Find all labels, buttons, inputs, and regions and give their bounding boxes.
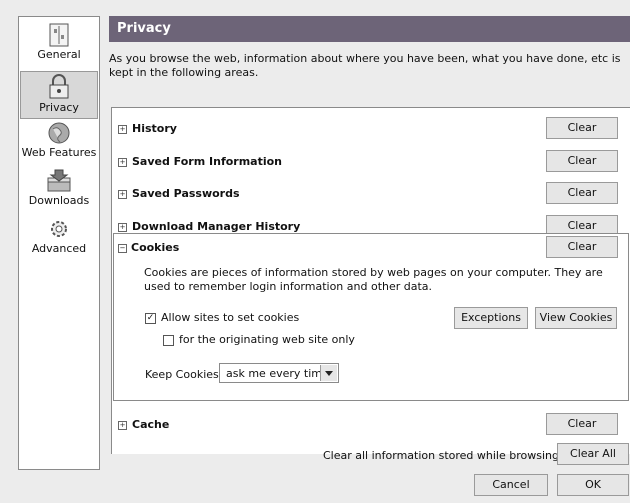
cache-row: + Cache Clear xyxy=(112,413,630,438)
cache-title[interactable]: Cache xyxy=(132,418,169,431)
sidebar-item-web-features[interactable]: Web Features xyxy=(19,121,99,165)
origin-only-label[interactable]: for the originating web site only xyxy=(179,333,355,346)
form-title[interactable]: Saved Form Information xyxy=(132,155,282,168)
sidebar-item-label: Privacy xyxy=(39,101,79,114)
form-clear-button[interactable]: Clear xyxy=(546,150,618,172)
globe-icon xyxy=(48,122,70,144)
passwords-clear-button[interactable]: Clear xyxy=(546,182,618,204)
chevron-down-icon[interactable] xyxy=(320,365,337,381)
downloads-icon xyxy=(47,169,71,192)
sidebar-item-general[interactable]: General xyxy=(19,23,99,67)
intro-text: As you browse the web, information about… xyxy=(109,52,621,79)
main-pane: Privacy As you browse the web, informati… xyxy=(109,16,630,454)
sidebar-item-label: Web Features xyxy=(21,146,97,159)
expand-icon[interactable]: + xyxy=(118,223,127,232)
cancel-button[interactable]: Cancel xyxy=(474,474,548,496)
cookies-description: Cookies are pieces of information stored… xyxy=(144,266,603,293)
general-icon xyxy=(49,23,69,47)
cookies-title[interactable]: Cookies xyxy=(131,241,179,254)
expand-icon[interactable]: + xyxy=(118,190,127,199)
passwords-title[interactable]: Saved Passwords xyxy=(132,187,240,200)
clear-all-label: Clear all information stored while brows… xyxy=(323,449,563,462)
sidebar-item-downloads[interactable]: Downloads xyxy=(19,169,99,213)
clear-all-button[interactable]: Clear All xyxy=(557,443,629,465)
cache-clear-button[interactable]: Clear xyxy=(546,413,618,435)
history-title[interactable]: History xyxy=(132,122,177,135)
gear-icon xyxy=(51,221,67,237)
cookies-clear-button[interactable]: Clear xyxy=(546,236,618,258)
form-row: + Saved Form Information Clear xyxy=(112,150,630,175)
preferences-window: General Privacy Web Features Downloads A… xyxy=(0,0,630,503)
keep-cookies-select[interactable]: ask me every time xyxy=(219,363,339,383)
download-title[interactable]: Download Manager History xyxy=(132,220,300,233)
allow-cookies-checkbox[interactable]: ✓ xyxy=(145,313,156,324)
ok-button[interactable]: OK xyxy=(557,474,629,496)
sidebar: General Privacy Web Features Downloads A… xyxy=(18,16,100,470)
allow-cookies-label[interactable]: Allow sites to set cookies xyxy=(161,311,299,324)
origin-only-checkbox[interactable] xyxy=(163,335,174,346)
privacy-panel: + History Clear + Saved Form Information… xyxy=(111,107,630,454)
lock-icon xyxy=(49,74,69,99)
sidebar-item-label: Downloads xyxy=(28,194,90,207)
expand-icon[interactable]: + xyxy=(118,421,127,430)
passwords-row: + Saved Passwords Clear xyxy=(112,182,630,207)
cookies-section: − Cookies Clear Cookies are pieces of in… xyxy=(113,233,629,401)
history-clear-button[interactable]: Clear xyxy=(546,117,618,139)
expand-icon[interactable]: + xyxy=(118,125,127,134)
exceptions-button[interactable]: Exceptions xyxy=(454,307,528,329)
sidebar-item-privacy[interactable]: Privacy xyxy=(20,71,98,119)
view-cookies-button[interactable]: View Cookies xyxy=(535,307,617,329)
sidebar-item-label: Advanced xyxy=(31,242,87,255)
sidebar-item-advanced[interactable]: Advanced xyxy=(19,217,99,261)
page-title: Privacy xyxy=(109,16,630,42)
history-row: + History Clear xyxy=(112,117,630,142)
sidebar-item-label: General xyxy=(37,48,81,61)
expand-icon[interactable]: + xyxy=(118,158,127,167)
keep-cookies-value: ask me every time xyxy=(226,367,329,380)
collapse-icon[interactable]: − xyxy=(118,244,127,253)
keep-cookies-label: Keep Cookies: xyxy=(145,368,223,381)
